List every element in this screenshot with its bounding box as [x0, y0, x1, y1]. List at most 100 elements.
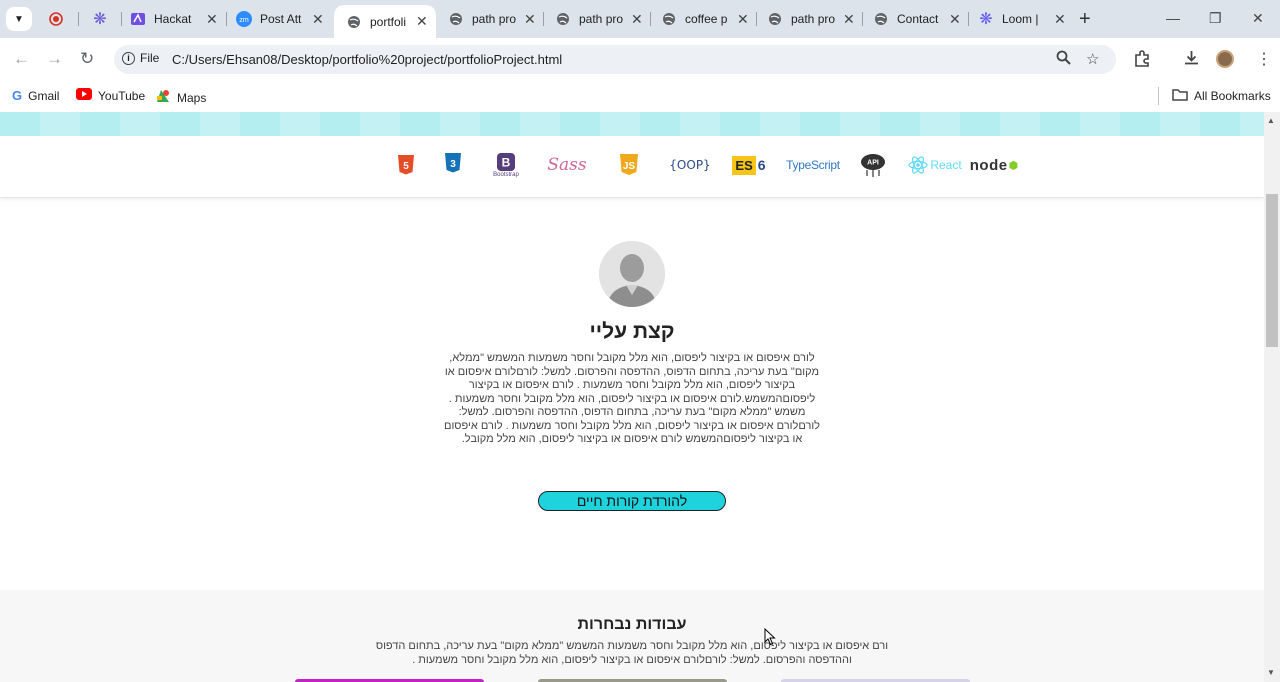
scroll-down-icon[interactable]: ▼: [1267, 668, 1275, 677]
all-bookmarks-button[interactable]: All Bookmarks: [1172, 88, 1271, 104]
close-icon[interactable]: ✕: [843, 11, 855, 28]
youtube-icon: [76, 88, 92, 103]
close-icon[interactable]: ✕: [206, 11, 218, 28]
tab-title: path pro: [791, 12, 835, 26]
works-paragraph: ורם איפסום או בקיצור ליפסום, הוא מלל מקו…: [375, 640, 889, 666]
page-scrollbar[interactable]: ▲ ▼: [1264, 112, 1280, 682]
scroll-thumb[interactable]: [1266, 194, 1278, 347]
node-icon: node ⬢: [969, 156, 1019, 174]
header-band: [0, 112, 1264, 136]
html5-icon: 5: [396, 148, 416, 182]
tab-coffee[interactable]: coffee p ✕: [649, 0, 755, 38]
tab-title: path pro: [472, 12, 516, 26]
close-icon[interactable]: ✕: [631, 11, 643, 28]
tab-search-button[interactable]: ▼: [6, 7, 32, 31]
close-icon[interactable]: ✕: [416, 13, 428, 30]
selected-works-section: עבודות נבחרות ורם איפסום או בקיצור ליפסו…: [0, 590, 1264, 682]
globe-icon: [346, 14, 362, 30]
globe-icon: [661, 11, 677, 27]
maps-icon: [155, 88, 171, 107]
restore-icon[interactable]: ❐: [1209, 10, 1222, 27]
download-cv-button[interactable]: להורדת קורות חיים: [538, 491, 726, 511]
globe-icon: [767, 11, 783, 27]
reload-icon[interactable]: ↻: [80, 49, 94, 69]
tab-title: Hackat: [154, 12, 192, 26]
all-bookmarks-label: All Bookmarks: [1194, 89, 1271, 103]
page-viewport: 5 3 B Bootstrap Sass JS {OOP} ES 6 TypeS…: [0, 112, 1264, 682]
skills-bar: 5 3 B Bootstrap Sass JS {OOP} ES 6 TypeS…: [0, 136, 1264, 198]
typescript-icon: TypeScript: [786, 158, 840, 172]
bootstrap-icon: B Bootstrap: [486, 148, 526, 182]
minimize-icon[interactable]: —: [1166, 10, 1180, 26]
profile-avatar[interactable]: [1216, 50, 1234, 68]
tab-title: path pro: [579, 12, 623, 26]
close-icon[interactable]: ✕: [737, 11, 749, 28]
bookmark-maps[interactable]: Maps: [155, 88, 206, 107]
tab-title: coffee p: [685, 12, 728, 26]
bookmark-youtube[interactable]: YouTube: [76, 88, 145, 103]
tab-title: Contact: [897, 12, 939, 26]
svg-text:B: B: [502, 155, 511, 169]
tab-post-att[interactable]: zm Post Att ✕: [224, 0, 330, 38]
css3-icon: 3: [443, 146, 463, 180]
globe-icon: [873, 11, 889, 27]
back-icon[interactable]: ←: [13, 49, 30, 69]
tab-hackathon[interactable]: Hackat ✕: [118, 0, 224, 38]
menu-dots-icon[interactable]: ⋮: [1256, 49, 1272, 69]
tab-path-3[interactable]: path pro ✕: [755, 0, 861, 38]
about-paragraph: לורם איפסום או בקיצור ליפסום, הוא מלל מק…: [443, 352, 821, 445]
es6-icon: ES 6: [730, 148, 768, 182]
info-icon: i: [122, 51, 135, 65]
zoom-magnifier-icon[interactable]: [1056, 50, 1071, 69]
extensions-icon[interactable]: [1133, 49, 1151, 72]
react-icon: React: [908, 148, 962, 182]
oop-icon: {OOP}: [669, 158, 711, 172]
svg-text:3: 3: [450, 159, 456, 170]
tab-title: Loom |: [1002, 12, 1039, 26]
tab-contact[interactable]: Contact ✕: [861, 0, 967, 38]
javascript-icon: JS: [618, 148, 640, 182]
close-icon[interactable]: ✕: [524, 11, 536, 28]
globe-icon: [555, 11, 571, 27]
tab-path-1[interactable]: path pro ✕: [436, 0, 542, 38]
tab-title: Post Att: [260, 12, 302, 26]
svg-text:API: API: [867, 160, 879, 167]
svg-text:JS: JS: [623, 161, 636, 172]
address-bar[interactable]: i File C:/Users/Ehsan08/Desktop/portfoli…: [114, 45, 1116, 74]
forward-icon[interactable]: →: [46, 49, 63, 69]
zoom-icon: zm: [236, 11, 252, 27]
mouse-cursor-icon: [764, 627, 776, 651]
bookmark-label: YouTube: [98, 88, 146, 103]
tab-portfolio-active[interactable]: portfoli ✕: [334, 5, 436, 38]
svg-text:zm: zm: [239, 17, 249, 24]
tab-loom[interactable]: ❋ Loom | ✕: [966, 0, 1072, 38]
tab-snowflake[interactable]: ❋: [80, 0, 120, 38]
url-text[interactable]: C:/Users/Ehsan08/Desktop/portfolio%20pro…: [172, 52, 562, 67]
sass-icon: Sass: [547, 155, 587, 175]
google-icon: G: [12, 88, 23, 103]
close-icon[interactable]: ✕: [1054, 11, 1066, 28]
tab-title: portfoli: [370, 14, 407, 29]
bookmark-label: Gmail: [28, 88, 60, 103]
bookmarks-separator: [1158, 87, 1159, 105]
site-info-chip[interactable]: i File: [122, 51, 159, 65]
bootstrap-caption: Bootstrap: [493, 171, 519, 178]
works-title: עבודות נבחרות: [577, 616, 687, 633]
tab-strip: ▼ ❋ Hackat ✕ zm Post Att ✕ portfoli ✕ pa…: [0, 0, 1280, 38]
scroll-up-icon[interactable]: ▲: [1267, 116, 1275, 125]
api-icon: API: [858, 148, 888, 182]
bookmark-star-icon[interactable]: ☆: [1086, 50, 1099, 68]
profile-photo: [599, 241, 665, 307]
about-title: קצת עליי: [589, 320, 675, 343]
tab-path-2[interactable]: path pro ✕: [543, 0, 649, 38]
scheme-label: File: [140, 51, 160, 65]
window-close-icon[interactable]: ✕: [1252, 10, 1264, 27]
bookmark-gmail[interactable]: G Gmail: [12, 88, 59, 103]
about-section: קצת עליי לורם איפסום או בקיצור ליפסום, ה…: [0, 199, 1264, 590]
download-icon[interactable]: [1183, 49, 1200, 71]
new-tab-button[interactable]: +: [1079, 8, 1091, 31]
close-icon[interactable]: ✕: [949, 11, 961, 28]
tab-record[interactable]: [36, 0, 76, 38]
close-icon[interactable]: ✕: [312, 11, 324, 28]
tab-separator: [78, 12, 79, 26]
